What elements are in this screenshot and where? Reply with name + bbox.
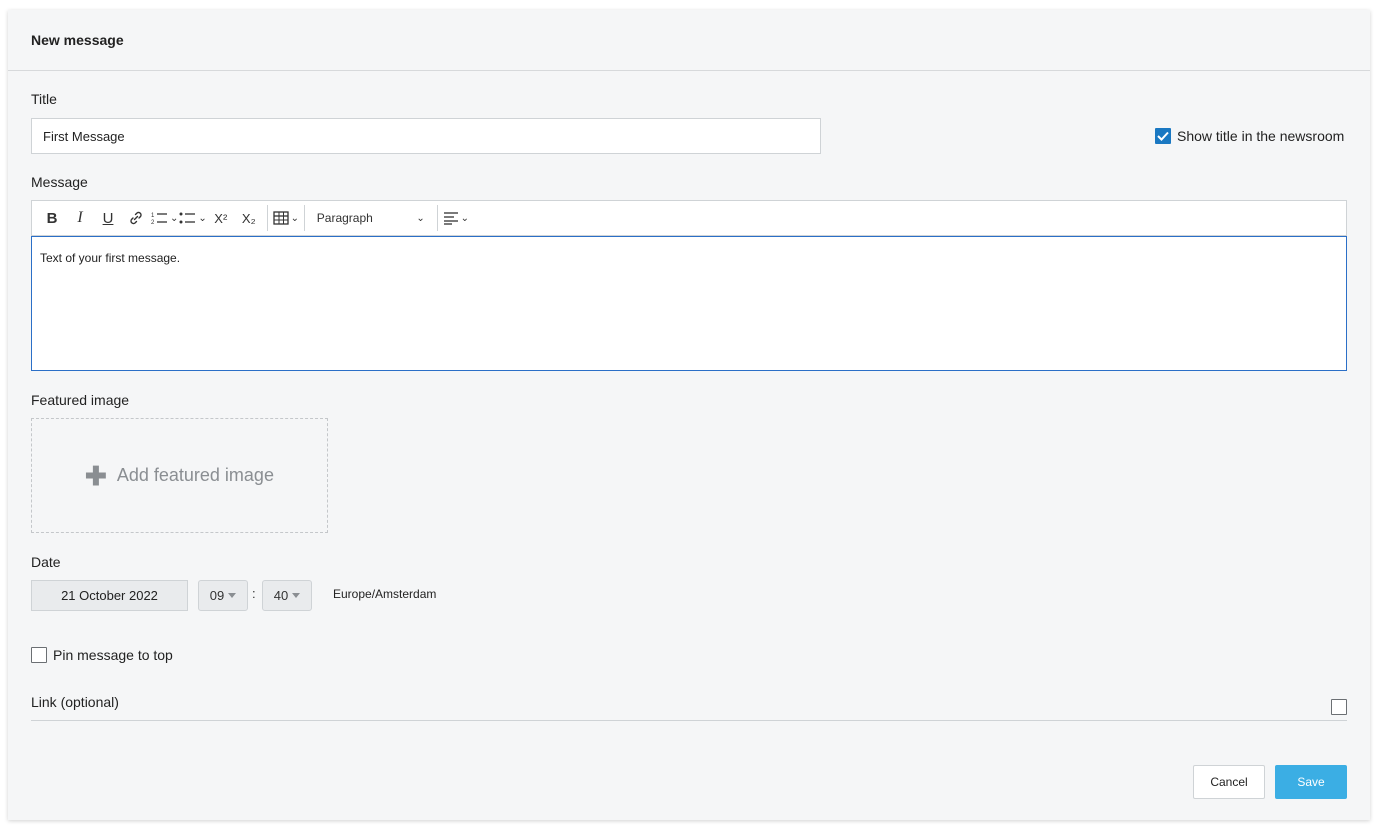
link-button[interactable] — [122, 204, 150, 232]
dialog-header: New message — [8, 10, 1370, 71]
hour-select[interactable]: 09 — [198, 580, 248, 611]
hour-value: 09 — [209, 588, 225, 603]
numbered-list-icon: 12 — [151, 213, 167, 226]
show-title-checkbox-row[interactable]: Show title in the newsroom — [1155, 128, 1344, 144]
title-label: Title — [31, 91, 57, 107]
show-title-label: Show title in the newsroom — [1177, 128, 1345, 144]
link-divider — [31, 720, 1347, 721]
chevron-down-icon: ⌄ — [460, 212, 469, 224]
minute-select[interactable]: 40 — [262, 580, 312, 611]
underline-button[interactable]: U — [94, 204, 122, 232]
date-label: Date — [31, 554, 61, 570]
pin-message-label: Pin message to top — [53, 647, 173, 663]
bullet-list-button[interactable]: ⌄ — [178, 204, 207, 232]
link-label: Link (optional) — [31, 694, 119, 710]
add-featured-image-label: Add featured image — [116, 465, 274, 485]
svg-text:1: 1 — [151, 213, 155, 219]
paragraph-format-value: Paragraph — [316, 211, 373, 225]
align-left-icon — [443, 212, 458, 225]
link-icon — [130, 211, 142, 225]
plus-icon: ✚ — [85, 460, 107, 491]
paragraph-format-select[interactable]: Paragraph ⌄ — [309, 204, 433, 232]
dialog-title: New message — [31, 32, 124, 48]
time-separator: : — [252, 586, 256, 601]
message-label: Message — [31, 174, 88, 190]
message-editor[interactable]: Text of your first message. — [31, 236, 1347, 371]
message-text: Text of your first message. — [40, 251, 181, 265]
cancel-button[interactable]: Cancel — [1193, 765, 1265, 799]
title-input[interactable] — [31, 118, 821, 154]
show-title-checkbox[interactable] — [1155, 128, 1171, 144]
toolbar-separator — [303, 205, 305, 231]
new-message-dialog: New message Title Show title in the news… — [8, 10, 1370, 820]
checkmark-icon — [1157, 131, 1169, 141]
toolbar-separator — [436, 205, 438, 231]
bullet-list-icon — [179, 212, 196, 224]
chevron-down-icon: ⌄ — [290, 212, 299, 224]
timezone-label: Europe/Amsterdam — [333, 587, 437, 601]
editor-toolbar: B I U 12 ⌄ ⌄ X² X₂ ⌄ Paragraph ⌄ ⌄ — [31, 200, 1347, 236]
chevron-down-icon: ⌄ — [198, 212, 207, 224]
date-value: 21 October 2022 — [61, 588, 158, 603]
italic-button[interactable]: I — [66, 204, 94, 232]
numbered-list-button[interactable]: 12 ⌄ — [150, 204, 178, 232]
caret-down-icon — [292, 593, 301, 598]
insert-table-button[interactable]: ⌄ — [272, 204, 300, 232]
link-checkbox[interactable] — [1331, 699, 1347, 715]
minute-value: 40 — [273, 588, 289, 603]
text-align-button[interactable]: ⌄ — [442, 204, 470, 232]
subscript-button[interactable]: X₂ — [235, 204, 263, 232]
superscript-button[interactable]: X² — [207, 204, 235, 232]
chevron-down-icon: ⌄ — [170, 212, 179, 224]
toolbar-separator — [266, 205, 268, 231]
featured-image-label: Featured image — [31, 392, 130, 408]
caret-down-icon — [228, 593, 237, 598]
pin-message-row[interactable]: Pin message to top — [31, 647, 173, 663]
table-icon — [272, 211, 289, 225]
date-input[interactable]: 21 October 2022 — [31, 580, 188, 611]
pin-message-checkbox[interactable] — [31, 647, 47, 663]
add-featured-image-button[interactable]: ✚ Add featured image — [31, 418, 328, 533]
bold-button[interactable]: B — [38, 204, 66, 232]
svg-text:2: 2 — [151, 220, 155, 226]
chevron-down-icon: ⌄ — [416, 212, 425, 224]
save-button[interactable]: Save — [1275, 765, 1347, 799]
